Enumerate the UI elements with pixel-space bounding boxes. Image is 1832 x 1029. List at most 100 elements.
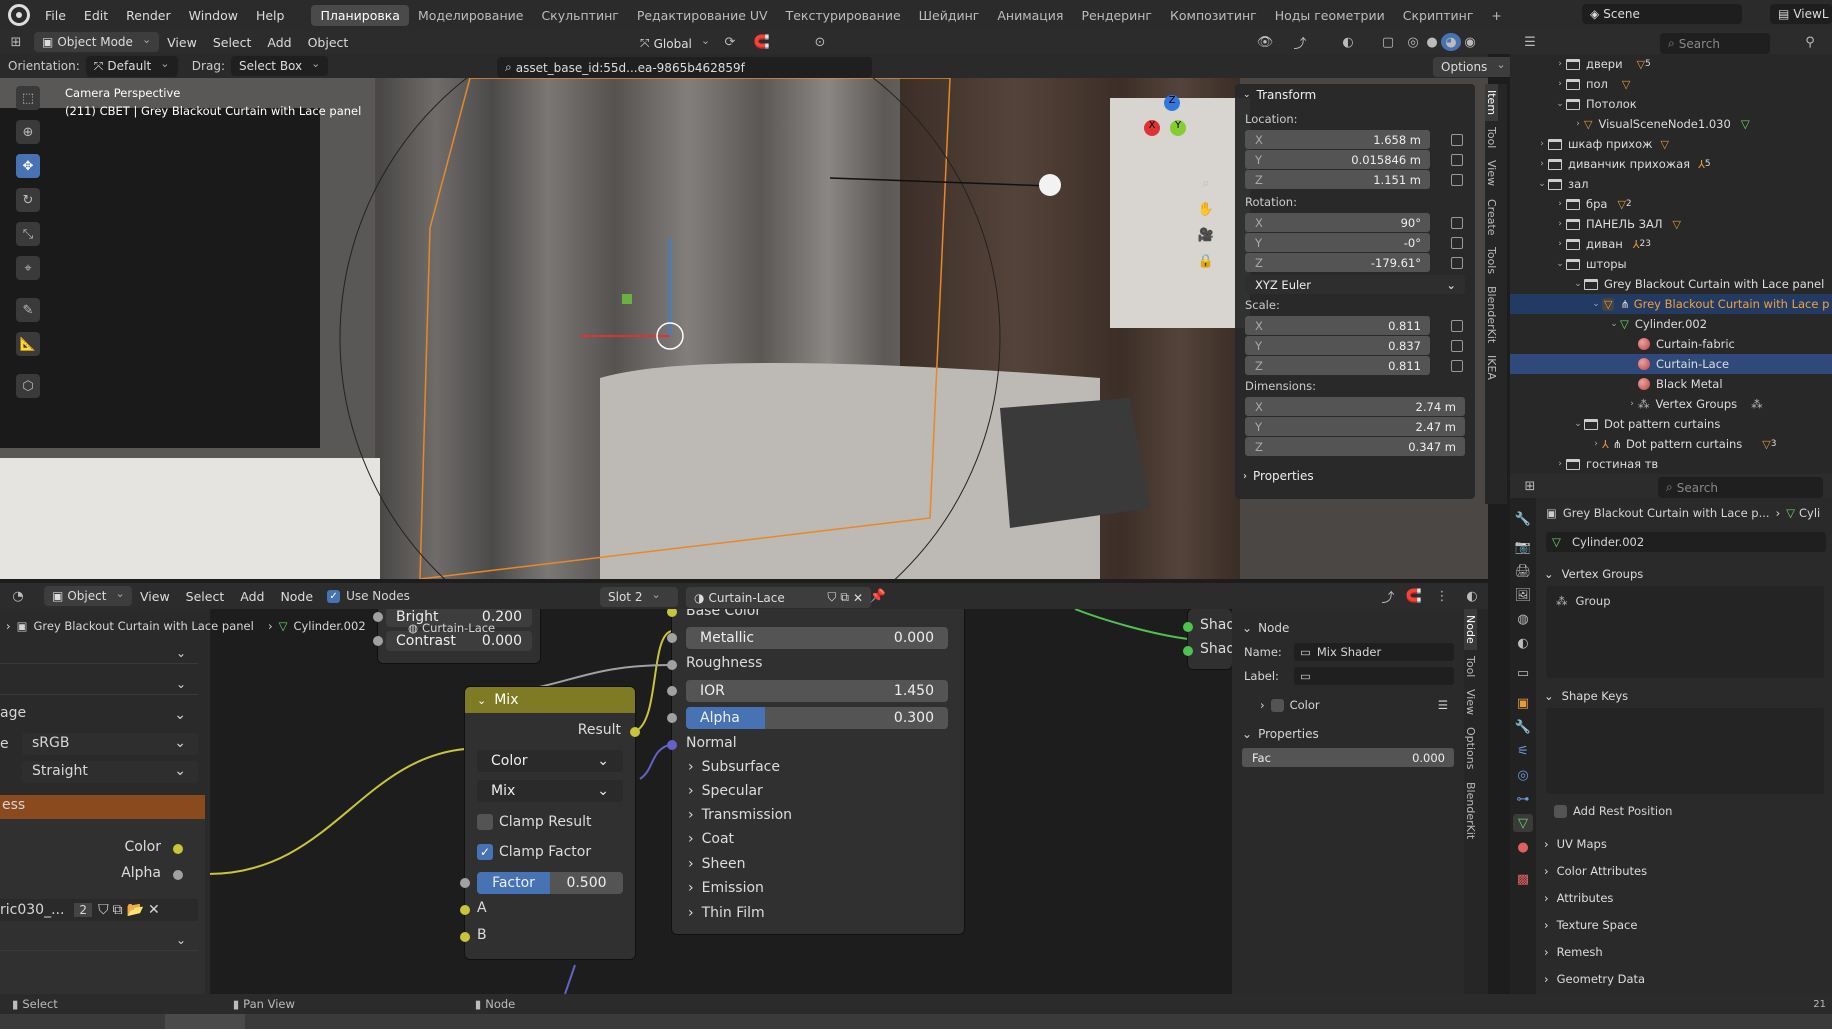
workspace-tab-sculpting[interactable]: Скульптинг <box>532 5 627 26</box>
lock-icon[interactable] <box>1451 320 1463 332</box>
view-layer-props-icon[interactable]: 🖼 <box>1513 586 1533 604</box>
mix-b-socket[interactable] <box>460 932 470 942</box>
texture-space-section[interactable]: › Texture Space <box>1536 913 1832 936</box>
navigation-gizmo[interactable]: X Y Z <box>1140 90 1210 160</box>
lock-icon[interactable] <box>1451 340 1463 352</box>
vertex-groups-section[interactable]: ⌄ Vertex Groups <box>1536 562 1832 585</box>
expand-icon[interactable]: › <box>1554 199 1566 209</box>
workspace-tab-layout[interactable]: Планировка <box>311 4 409 26</box>
taskbar-item[interactable] <box>165 1014 245 1029</box>
viewport-menu-view[interactable]: View <box>159 35 205 50</box>
snap-settings-icon[interactable]: ⋮ <box>1432 587 1452 605</box>
editor-type-icon[interactable]: ⊞ <box>6 33 26 51</box>
mix-result-socket[interactable] <box>630 727 640 737</box>
options-dropdown[interactable]: Options <box>1433 57 1514 77</box>
asset-search-field[interactable]: ⌕ asset_base_id:55d...ea-9865b462859f <box>497 57 872 78</box>
clamp-result-checkbox[interactable]: Clamp Result <box>477 814 591 830</box>
texture-props-icon[interactable]: ▩ <box>1513 870 1533 888</box>
shader-b-socket[interactable] <box>1183 646 1193 656</box>
rendered-shading-icon[interactable]: ◉ <box>1460 33 1480 51</box>
material-browse-icon[interactable]: ◑ <box>694 591 704 605</box>
solid-shading-icon[interactable]: ● <box>1422 33 1442 51</box>
pan-hand-icon[interactable]: ✋ <box>1196 200 1216 218</box>
material-slot-dropdown[interactable]: Slot 2 <box>600 587 678 607</box>
close-icon[interactable]: ✕ <box>853 591 863 605</box>
tab-node-tool[interactable]: Tool <box>1464 650 1477 683</box>
color-output-socket[interactable] <box>173 844 183 854</box>
normal-socket[interactable] <box>667 740 677 750</box>
menu-edit[interactable]: Edit <box>75 8 117 23</box>
shape-keys-section[interactable]: ⌄ Shape Keys <box>1536 684 1832 707</box>
dimensions-z-field[interactable]: Z 0.347 m <box>1245 437 1465 456</box>
shader-a-socket[interactable] <box>1183 622 1193 632</box>
lock-icon[interactable] <box>1451 134 1463 146</box>
fake-user-shield-icon[interactable]: ⛉ <box>98 902 109 918</box>
mix-data-type-dropdown[interactable]: Color ⌄ <box>477 750 623 772</box>
expand-icon[interactable]: › <box>1554 79 1566 89</box>
mesh-name-field[interactable]: ▽ Cylinder.002 <box>1546 532 1826 552</box>
scene-selector[interactable]: ◈ Scene <box>1582 4 1742 24</box>
workspace-tab-animation[interactable]: Анимация <box>988 5 1072 26</box>
check-icon[interactable]: ✓ <box>477 844 493 860</box>
location-z-field[interactable]: Z 1.151 m <box>1245 170 1430 189</box>
mix-shader-node-stub[interactable]: Shad Shad <box>1183 609 1235 669</box>
outliner-item-visualscenenode[interactable]: › ▽ VisualSceneNode1.030 ▽ <box>1510 114 1832 134</box>
blender-logo-icon[interactable] <box>8 4 30 26</box>
roughness-socket[interactable] <box>667 660 677 670</box>
world-props-icon[interactable]: ◐ <box>1513 634 1533 652</box>
vertex-group-item[interactable]: ⁂ Group <box>1546 586 1824 616</box>
mesh-data-props-icon[interactable]: ▽ <box>1513 814 1533 832</box>
visibility-icon[interactable]: 👁 <box>1255 33 1275 51</box>
object-props-icon[interactable]: ▣ <box>1513 694 1533 712</box>
parent-node-tree-icon[interactable]: ⤴ <box>1378 587 1398 606</box>
coat-panel[interactable]: › Coat <box>688 831 734 847</box>
expand-icon[interactable]: ⌄ <box>1536 179 1548 189</box>
subsurface-panel[interactable]: › Subsurface <box>688 759 780 775</box>
view-layer-selector[interactable]: ▤ ViewL <box>1770 4 1832 24</box>
mix-factor-slider[interactable]: Factor 0.500 <box>477 872 623 894</box>
overlay-icon[interactable]: ◐ <box>1338 33 1358 51</box>
image-texture-node-header[interactable]: ess <box>0 795 205 819</box>
outliner-item-curtains[interactable]: ⌄ шторы <box>1510 254 1832 274</box>
fac-field[interactable]: Fac 0.000 <box>1242 748 1454 767</box>
render-props-icon[interactable]: 📷 <box>1513 538 1533 556</box>
material-props-icon[interactable]: ● <box>1513 838 1533 856</box>
image-type-dropdown[interactable]: age ⌄ <box>0 705 198 727</box>
contrast-input-socket[interactable] <box>373 636 383 646</box>
wireframe-shading-icon[interactable]: ◎ <box>1403 33 1423 51</box>
bright-contrast-node[interactable]: Bright 0.200 Contrast 0.000 ◍ Curtain-Lace <box>373 609 540 663</box>
node-menu-node[interactable]: Node <box>272 589 321 604</box>
xray-icon[interactable]: ▢ <box>1378 33 1398 51</box>
rotation-x-field[interactable]: X 90° <box>1245 213 1430 232</box>
alpha-output-socket[interactable] <box>173 870 183 880</box>
add-rest-position-checkbox[interactable]: Add Rest Position <box>1554 804 1672 818</box>
measure-tool-icon[interactable]: 📐 <box>16 332 40 356</box>
outliner-item-hall[interactable]: ⌄ зал <box>1510 174 1832 194</box>
scale-x-field[interactable]: X 0.811 <box>1245 316 1430 335</box>
tab-node[interactable]: Node <box>1464 609 1477 650</box>
base-color-socket[interactable] <box>667 609 677 617</box>
node-name-input[interactable]: ▭ Mix Shader <box>1294 643 1454 661</box>
node-menu-add[interactable]: Add <box>232 589 272 604</box>
tool-props-icon[interactable]: 🔧 <box>1513 510 1533 528</box>
emission-panel[interactable]: › Emission <box>688 880 764 896</box>
image-datablock-selector[interactable]: ric030_... 2 ⛉ ⧉ 📂 ✕ <box>0 899 198 921</box>
mode-dropdown[interactable]: ▣ Object Mode <box>34 32 160 52</box>
expand-icon[interactable]: › <box>1536 159 1548 169</box>
tab-tool[interactable]: Tool <box>1485 121 1498 154</box>
lock-icon[interactable] <box>1451 174 1463 186</box>
zoom-icon[interactable]: ⌕ <box>1196 174 1216 192</box>
particles-props-icon[interactable]: ⚟ <box>1513 742 1533 760</box>
mix-blend-mode-dropdown[interactable]: Mix ⌄ <box>477 780 623 802</box>
outliner-item-living-tv[interactable]: › гостиная тв <box>1510 454 1832 474</box>
node-editor-type-icon[interactable]: ◔ <box>8 587 28 605</box>
close-icon[interactable]: ✕ <box>148 902 160 918</box>
duplicate-icon[interactable]: ⧉ <box>113 902 123 918</box>
remesh-section[interactable]: › Remesh <box>1536 940 1832 963</box>
attributes-section[interactable]: › Attributes <box>1536 886 1832 909</box>
z-axis-icon[interactable]: Z <box>1164 95 1180 111</box>
outliner-item-cylinder002[interactable]: ⌄ ▽ Cylinder.002 <box>1510 314 1832 334</box>
expand-icon[interactable]: › <box>1554 219 1566 229</box>
tab-view[interactable]: View <box>1485 154 1498 192</box>
expand-icon[interactable]: › <box>1590 439 1602 449</box>
